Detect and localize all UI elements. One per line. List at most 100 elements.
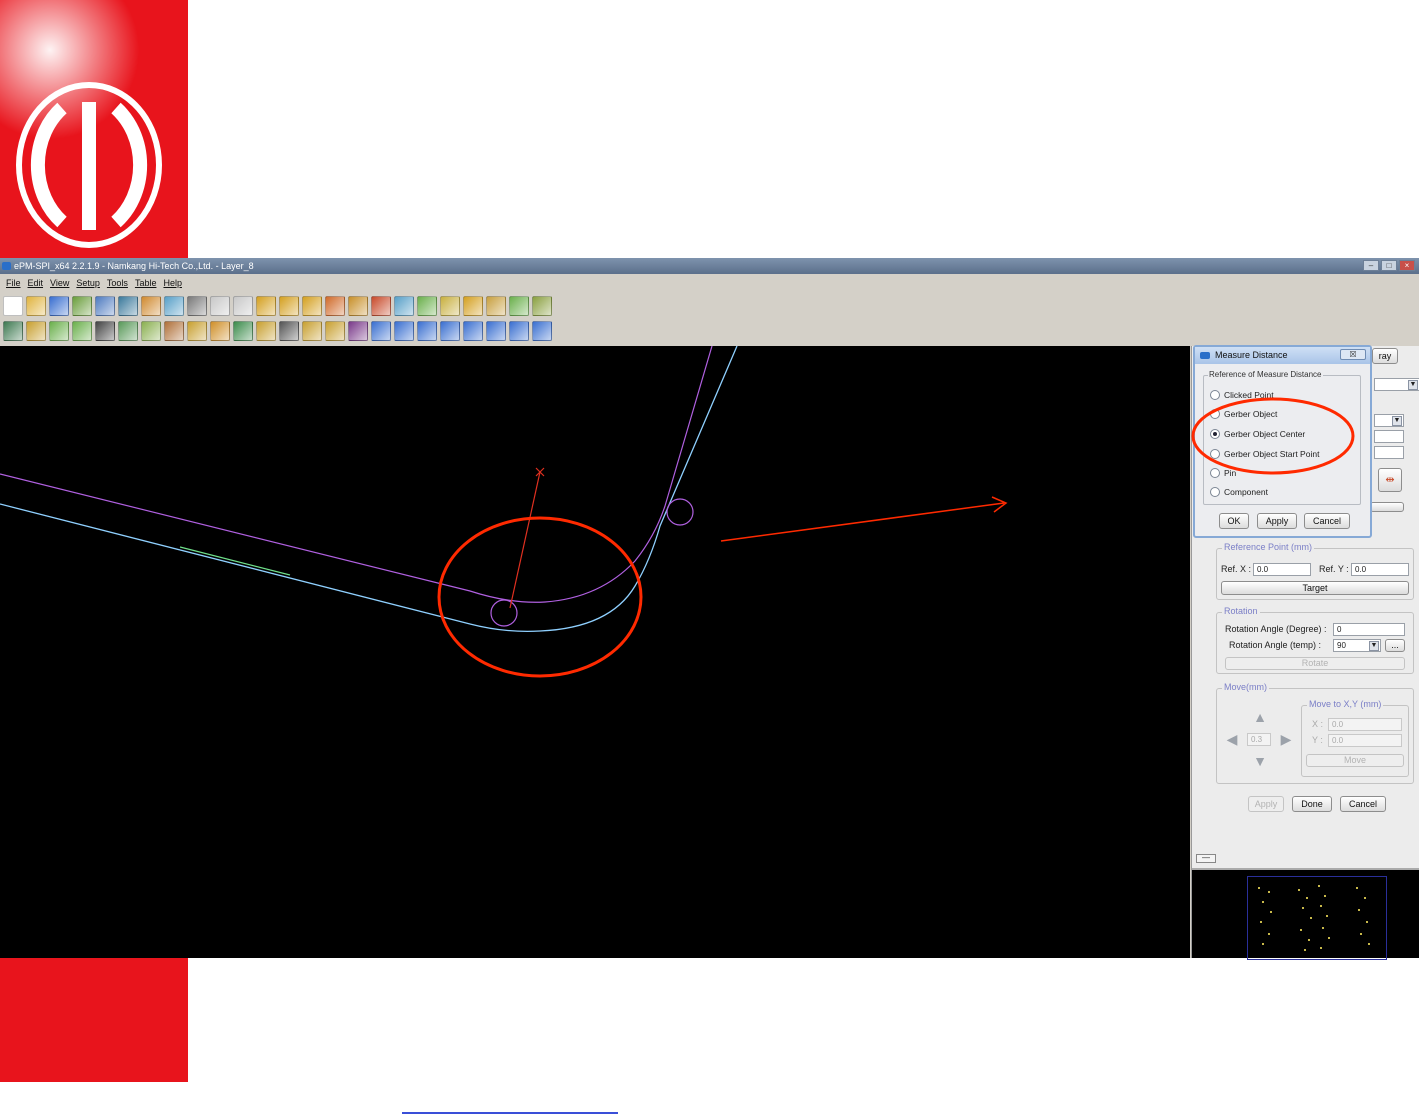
panel-button-blank[interactable] [1370,502,1404,512]
option-gerber-object[interactable]: Gerber Object [1210,407,1277,421]
menu-file[interactable]: File [6,276,21,290]
dialog-apply-button[interactable]: Apply [1257,513,1297,529]
toolbar-tool-icon-21[interactable] [463,321,483,341]
move-y-input[interactable]: 0.0 [1328,734,1402,747]
move-left-icon[interactable]: ◀ [1223,731,1241,747]
panel-field-3[interactable] [1374,446,1404,459]
toolbar-tool-icon-20[interactable] [440,296,460,316]
panel-combo-top[interactable]: ▼ [1374,378,1419,391]
toolbar-tool-icon-2[interactable] [26,296,46,316]
toolbar-tool-icon-19[interactable] [417,296,437,316]
move-step-input[interactable]: 0.3 [1247,733,1271,746]
toolbar-tool-icon-17[interactable] [371,296,391,316]
option-clicked-point[interactable]: Clicked Point [1210,388,1274,402]
radio-icon[interactable] [1210,468,1220,478]
toolbar-tool-icon-16[interactable] [348,296,368,316]
toolbar-tool-icon-11[interactable] [233,296,253,316]
menu-help[interactable]: Help [163,276,182,290]
toolbar-tool-icon-12[interactable] [256,321,276,341]
toolbar-tool-icon-8[interactable] [164,321,184,341]
toolbar-tool-icon-5[interactable] [95,321,115,341]
toolbar-tool-icon-22[interactable] [486,321,506,341]
option-gerber-object-start-point[interactable]: Gerber Object Start Point [1210,447,1319,461]
toolbar-tool-icon-6[interactable] [118,321,138,341]
menu-setup[interactable]: Setup [76,276,100,290]
toolbar-tool-icon-16[interactable] [348,321,368,341]
chevron-down-icon[interactable]: ▼ [1392,416,1402,426]
toolbar-tool-icon-14[interactable] [302,321,322,341]
minimize-button[interactable]: – [1363,260,1379,271]
dialog-cancel-button[interactable]: Cancel [1304,513,1350,529]
move-x-input[interactable]: 0.0 [1328,718,1402,731]
overview-thumbnail[interactable] [1192,868,1419,960]
toolbar-tool-icon-9[interactable] [187,296,207,316]
move-right-icon[interactable]: ▶ [1277,731,1295,747]
move-up-icon[interactable]: ▲ [1251,709,1269,725]
move-button[interactable]: Move [1306,754,1404,767]
option-component[interactable]: Component [1210,485,1268,499]
toolbar-tool-icon-15[interactable] [325,321,345,341]
mirror-button[interactable]: ⇹ [1378,468,1402,492]
toolbar-tool-icon-23[interactable] [509,296,529,316]
chevron-down-icon[interactable]: ▼ [1369,641,1379,651]
toolbar-tool-icon-17[interactable] [371,321,391,341]
panel-field-2[interactable] [1374,430,1404,443]
radio-icon[interactable] [1210,409,1220,419]
toolbar-tool-icon-13[interactable] [279,296,299,316]
toolbar-tool-icon-5[interactable] [95,296,115,316]
panel-done-button[interactable]: Done [1292,796,1332,812]
toolbar-tool-icon-6[interactable] [118,296,138,316]
menu-table[interactable]: Table [135,276,157,290]
target-button[interactable]: Target [1221,581,1409,595]
toolbar-tool-icon-19[interactable] [417,321,437,341]
toolbar-tool-icon-3[interactable] [49,296,69,316]
chevron-down-icon[interactable]: ▼ [1408,380,1418,390]
rotation-angle-input[interactable]: 0 [1333,623,1405,636]
ref-x-input[interactable]: 0.0 [1253,563,1311,576]
ref-y-input[interactable]: 0.0 [1351,563,1409,576]
toolbar-tool-icon-9[interactable] [187,321,207,341]
radio-icon[interactable] [1210,487,1220,497]
rotation-more-button[interactable]: ... [1385,639,1405,652]
collapse-button[interactable]: — [1196,854,1216,863]
toolbar-tool-icon-22[interactable] [486,296,506,316]
menu-view[interactable]: View [50,276,69,290]
toolbar-tool-icon-12[interactable] [256,296,276,316]
menu-edit[interactable]: Edit [28,276,44,290]
toolbar-tool-icon-11[interactable] [233,321,253,341]
panel-combo-2[interactable]: ▼ [1374,414,1404,427]
toolbar-tool-icon-24[interactable] [532,321,552,341]
toolbar-tool-icon-2[interactable] [26,321,46,341]
toolbar-tool-icon-23[interactable] [509,321,529,341]
radio-checked-icon[interactable] [1210,429,1220,439]
toolbar-tool-icon-21[interactable] [463,296,483,316]
radio-icon[interactable] [1210,390,1220,400]
maximize-button[interactable]: □ [1381,260,1397,271]
toolbar-tool-icon-18[interactable] [394,321,414,341]
panel-cancel-button[interactable]: Cancel [1340,796,1386,812]
panel-apply-button[interactable]: Apply [1248,796,1284,812]
toolbar-tool-icon-15[interactable] [325,296,345,316]
toolbar-tool-icon-1[interactable] [3,321,23,341]
menu-tools[interactable]: Tools [107,276,128,290]
rotate-button[interactable]: Rotate [1225,657,1405,670]
close-button[interactable]: × [1399,260,1415,271]
toolbar-tool-icon-24[interactable] [532,296,552,316]
toolbar-tool-icon-3[interactable] [49,321,69,341]
toolbar-tool-icon-1[interactable] [3,296,23,316]
toolbar-tool-icon-7[interactable] [141,296,161,316]
dialog-close-icon[interactable]: ☒ [1340,349,1366,360]
toolbar-tool-icon-10[interactable] [210,321,230,341]
gerber-canvas[interactable] [0,346,1190,958]
toolbar-tool-icon-4[interactable] [72,296,92,316]
toolbar-tool-icon-20[interactable] [440,321,460,341]
toolbar-tool-icon-13[interactable] [279,321,299,341]
toolbar-tool-icon-7[interactable] [141,321,161,341]
dialog-ok-button[interactable]: OK [1219,513,1249,529]
tab-array[interactable]: ray [1372,348,1398,364]
toolbar-tool-icon-8[interactable] [164,296,184,316]
option-pin[interactable]: Pin [1210,466,1236,480]
rotation-temp-combo[interactable]: 90 ▼ [1333,639,1381,652]
toolbar-tool-icon-18[interactable] [394,296,414,316]
toolbar-tool-icon-10[interactable] [210,296,230,316]
